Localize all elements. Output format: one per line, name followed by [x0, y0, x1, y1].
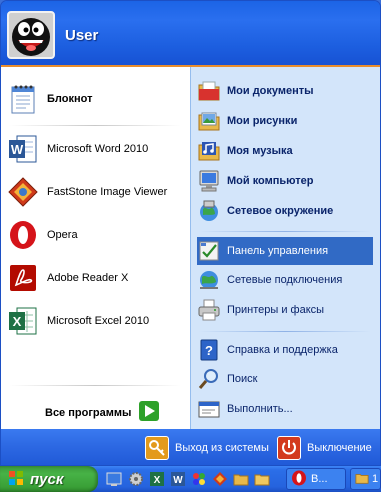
svg-text:X: X	[13, 314, 22, 329]
place-label: Поиск	[227, 373, 258, 385]
paint-icon[interactable]	[191, 471, 207, 487]
control-panel-icon	[197, 239, 221, 263]
svg-text:W: W	[173, 475, 183, 486]
excel-icon[interactable]: X	[149, 471, 165, 487]
logoff-label: Выход из системы	[175, 442, 269, 454]
place-help[interactable]: ? Справка и поддержка	[197, 336, 373, 364]
all-programs-button[interactable]: Все программы	[45, 401, 160, 424]
my-computer-icon	[197, 169, 221, 193]
place-run[interactable]: Выполнить...	[197, 395, 373, 423]
help-icon: ?	[197, 338, 221, 362]
place-search[interactable]: Поиск	[197, 365, 373, 393]
network-connections-icon	[197, 268, 221, 292]
network-places-icon	[197, 199, 221, 223]
arrow-right-icon	[139, 401, 160, 424]
place-my-music[interactable]: Моя музыка	[197, 137, 373, 165]
my-documents-icon	[197, 79, 221, 103]
place-control-panel[interactable]: Панель управления	[197, 237, 373, 265]
divider	[199, 331, 371, 332]
taskbar-button-opera[interactable]: В...	[286, 468, 346, 490]
start-menu: User Блокнот W Microsoft Word 2010 FastS…	[0, 0, 381, 466]
key-icon	[145, 436, 169, 460]
printers-icon	[197, 298, 221, 322]
folder-icon[interactable]	[233, 471, 249, 487]
svg-text:X: X	[154, 475, 161, 486]
adobe-reader-icon	[7, 262, 39, 294]
folder-icon[interactable]	[254, 471, 270, 487]
place-label: Мои документы	[227, 85, 314, 97]
all-programs-label: Все программы	[45, 406, 132, 419]
programs-pane: Блокнот W Microsoft Word 2010 FastStone …	[1, 67, 190, 429]
user-name: User	[65, 27, 99, 44]
program-label: Microsoft Excel 2010	[47, 315, 150, 327]
run-icon	[197, 397, 221, 421]
place-printers[interactable]: Принтеры и факсы	[197, 296, 373, 324]
place-label: Сетевые подключения	[227, 274, 343, 286]
start-menu-footer: Выход из системы Выключение	[1, 429, 380, 465]
windows-logo-icon	[8, 470, 24, 489]
word-icon[interactable]: W	[170, 471, 186, 487]
place-my-documents[interactable]: Мои документы	[197, 77, 373, 105]
search-icon	[197, 367, 221, 391]
shutdown-button[interactable]: Выключение	[277, 435, 372, 461]
place-label: Панель управления	[227, 245, 329, 257]
place-label: Мои рисунки	[227, 115, 298, 127]
program-excel[interactable]: X Microsoft Excel 2010	[7, 301, 185, 341]
divider	[199, 231, 371, 232]
place-label: Мой компьютер	[227, 175, 314, 187]
program-opera[interactable]: Opera	[7, 215, 185, 255]
place-my-computer[interactable]: Мой компьютер	[197, 167, 373, 195]
start-label: пуск	[30, 470, 64, 488]
task-label: 1	[372, 473, 379, 485]
folder-icon	[355, 471, 369, 488]
program-adobe-reader[interactable]: Adobe Reader X	[7, 258, 185, 298]
svg-text:W: W	[11, 142, 24, 157]
shutdown-label: Выключение	[307, 442, 372, 454]
show-desktop-icon[interactable]	[106, 471, 122, 487]
program-label: Adobe Reader X	[47, 272, 129, 284]
start-button[interactable]: пуск	[0, 466, 98, 492]
opera-icon	[7, 219, 39, 251]
start-menu-header: User	[1, 1, 380, 67]
notepad-icon	[7, 83, 39, 115]
faststone-icon[interactable]	[212, 471, 228, 487]
divider	[9, 125, 181, 126]
opera-icon	[291, 470, 307, 489]
task-label: В...	[311, 473, 328, 485]
place-network-connections[interactable]: Сетевые подключения	[197, 266, 373, 294]
gear-icon[interactable]	[128, 471, 144, 487]
program-label: Opera	[47, 229, 78, 241]
place-label: Моя музыка	[227, 145, 293, 157]
logoff-button[interactable]: Выход из системы	[145, 435, 269, 461]
divider	[9, 385, 181, 386]
program-faststone[interactable]: FastStone Image Viewer	[7, 172, 185, 212]
my-pictures-icon	[197, 109, 221, 133]
excel-icon: X	[7, 305, 39, 337]
place-label: Принтеры и факсы	[227, 304, 325, 316]
program-word[interactable]: W Microsoft Word 2010	[7, 129, 185, 169]
program-label: FastStone Image Viewer	[47, 186, 168, 198]
program-label: Microsoft Word 2010	[47, 143, 149, 155]
place-my-pictures[interactable]: Мои рисунки	[197, 107, 373, 135]
taskbar: пуск X W В... 1	[0, 466, 381, 492]
my-music-icon	[197, 139, 221, 163]
place-label: Справка и поддержка	[227, 344, 338, 356]
word-icon: W	[7, 133, 39, 165]
taskbar-button-folder[interactable]: 1	[350, 468, 381, 490]
place-network[interactable]: Сетевое окружение	[197, 197, 373, 225]
svg-text:?: ?	[205, 343, 213, 358]
place-label: Сетевое окружение	[227, 205, 334, 217]
program-label: Блокнот	[47, 93, 93, 105]
power-icon	[277, 436, 301, 460]
places-pane: Мои документы Мои рисунки Моя музыка Мой…	[190, 67, 380, 429]
user-avatar[interactable]	[7, 11, 55, 59]
faststone-icon	[7, 176, 39, 208]
program-notepad[interactable]: Блокнот	[7, 79, 185, 119]
place-label: Выполнить...	[227, 403, 293, 415]
